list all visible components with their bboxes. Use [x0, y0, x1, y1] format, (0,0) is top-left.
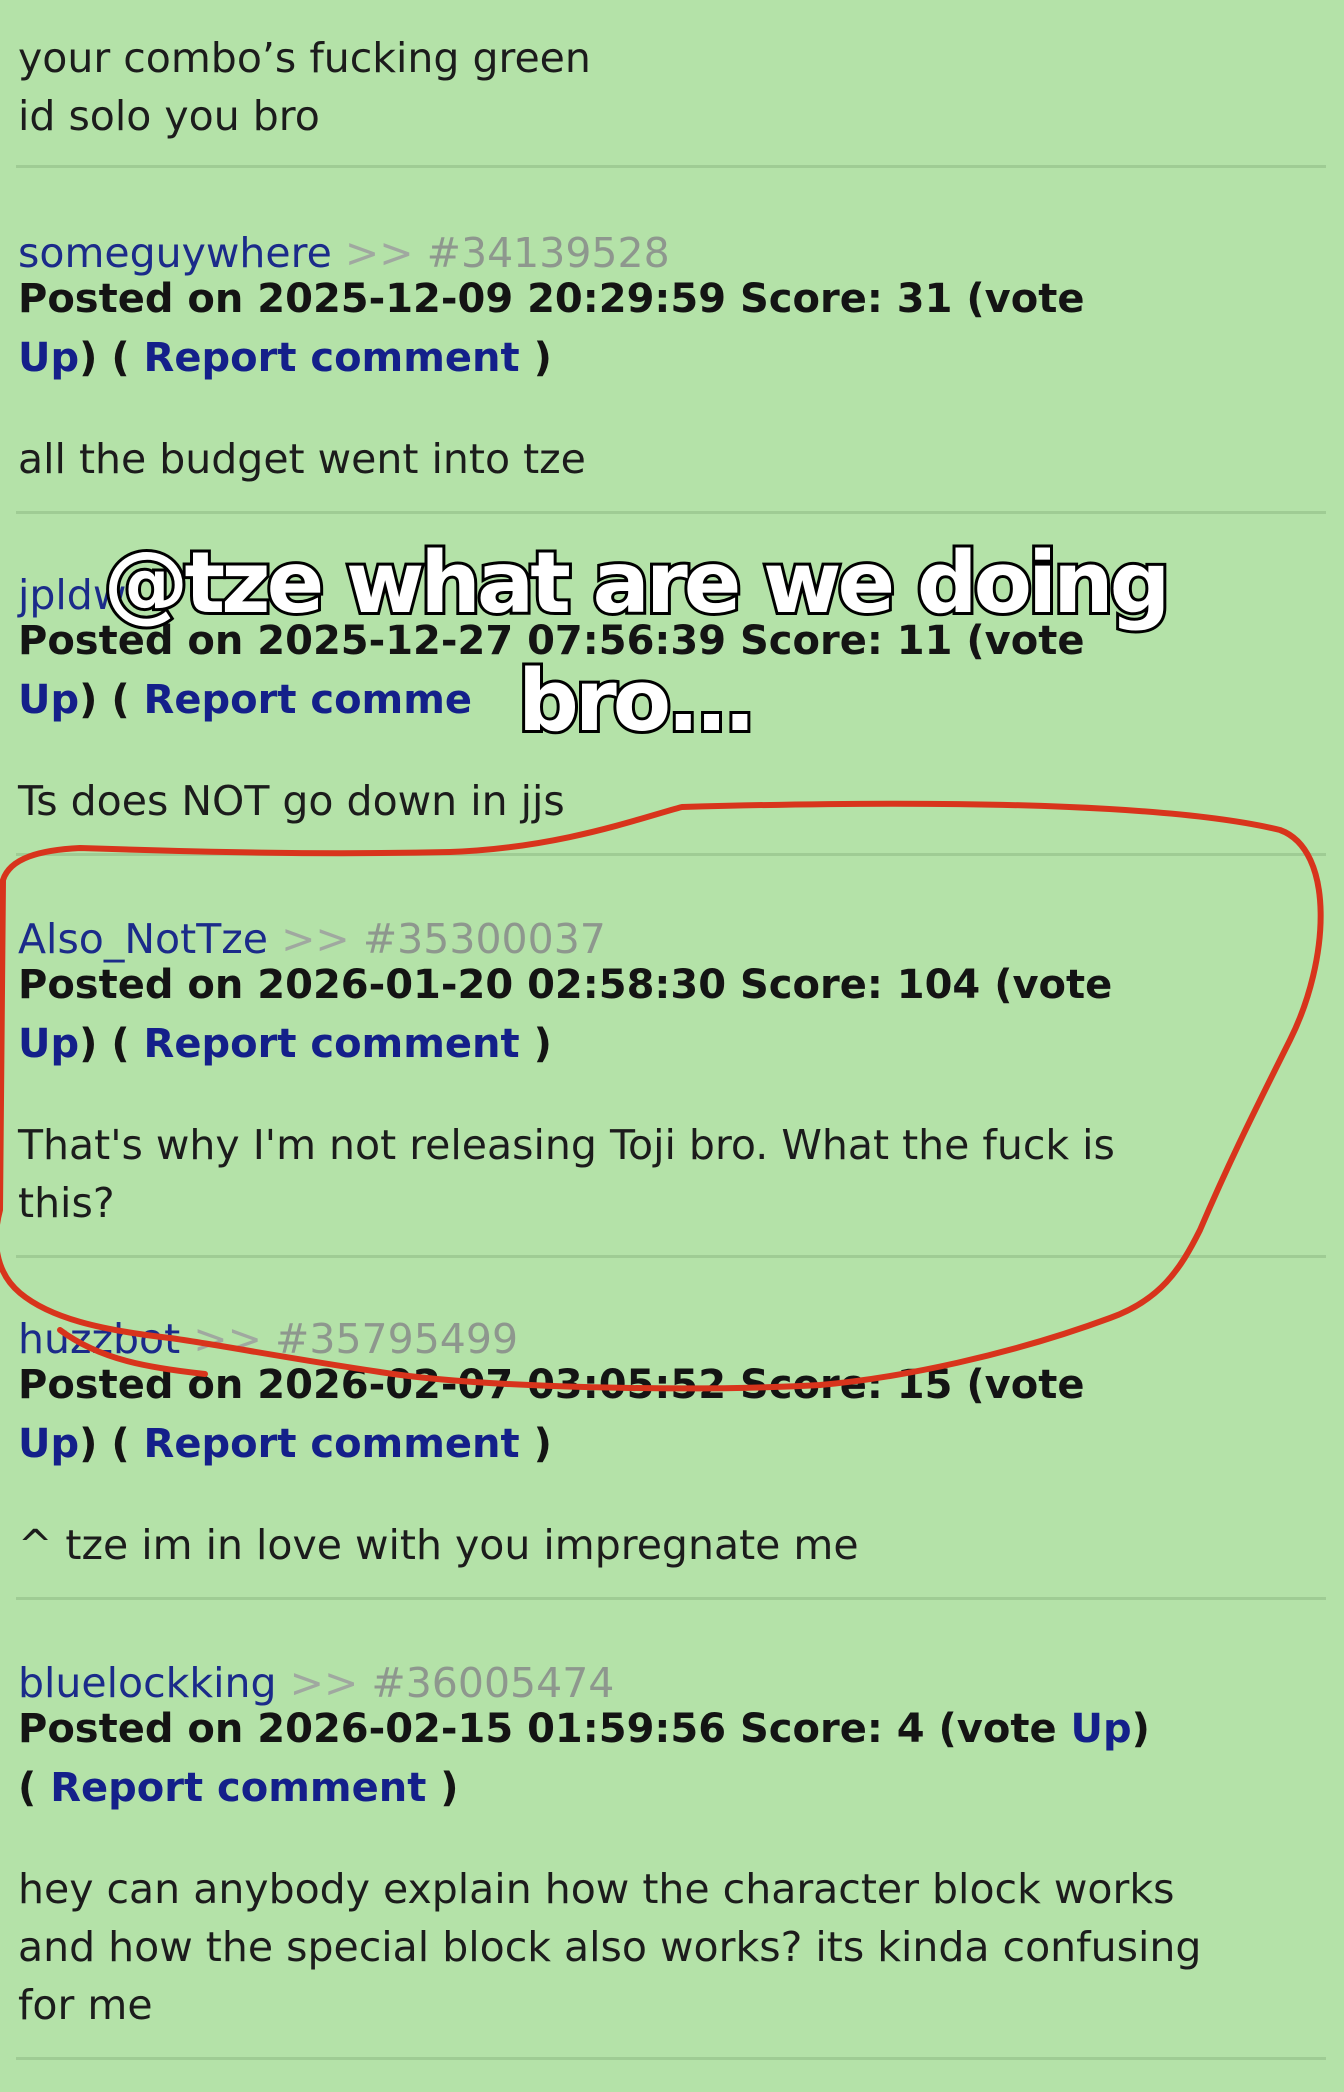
comment-divider	[16, 1255, 1326, 1258]
comment-meta-line: Posted on 2026-02-07 03:05:52 Score: 15 …	[18, 1356, 1084, 1415]
comment-body-line: all the budget went into tze	[18, 435, 586, 483]
comment-divider	[16, 1597, 1326, 1600]
comment-meta-text: )	[519, 1021, 552, 1067]
video-caption-overlay: @tze what are we doing bro...	[0, 525, 1270, 761]
comment-meta-line: Up) ( Report comment )	[18, 329, 552, 388]
comment-divider	[16, 853, 1326, 856]
comment-divider	[16, 165, 1326, 168]
report-comment-link[interactable]: Report comment	[50, 1765, 426, 1811]
comment-meta-text: Posted on 2026-01-20 02:58:30 Score: 104…	[18, 962, 1113, 1008]
comment-meta-line: Up) ( Report comment )	[18, 1015, 552, 1074]
comment-meta-text: Posted on 2026-02-07 03:05:52 Score: 15 …	[18, 1362, 1085, 1408]
comment-body-line: Ts does NOT go down in jjs	[18, 777, 565, 825]
comment-body-line: ^ tze im in love with you impregnate me	[18, 1521, 859, 1569]
comment-meta-text: )	[519, 1421, 552, 1467]
report-comment-link[interactable]: Report comment	[144, 335, 520, 381]
comment-meta-text: )	[426, 1765, 459, 1811]
comment-meta-line: Posted on 2025-12-09 20:29:59 Score: 31 …	[18, 270, 1084, 329]
comment-divider	[16, 2057, 1326, 2060]
comment-meta-line: Up) ( Report comment )	[18, 1415, 552, 1474]
caption-line: @tze what are we doing	[101, 531, 1174, 636]
comment-body-line: for me	[18, 1981, 153, 2029]
comment-divider	[16, 511, 1326, 514]
comment-meta-text: (	[18, 1765, 51, 1811]
comment-meta-text: ) (	[79, 1421, 144, 1467]
report-comment-link[interactable]: Report comment	[144, 1421, 520, 1467]
comment-meta-text: )	[1131, 1706, 1150, 1752]
comment-body-line: this?	[18, 1179, 115, 1227]
comment-meta-line: Posted on 2026-01-20 02:58:30 Score: 104…	[18, 956, 1112, 1015]
comment-meta-line: ( Report comment )	[18, 1759, 459, 1818]
comment-body-line: your combo’s fucking green	[18, 34, 591, 82]
comment-meta-text: )	[519, 335, 552, 381]
comment-meta-line: Posted on 2026-02-15 01:59:56 Score: 4 (…	[18, 1700, 1150, 1759]
vote-up-link[interactable]: Up	[18, 1421, 79, 1467]
report-comment-link[interactable]: Report comment	[144, 1021, 520, 1067]
vote-up-link[interactable]: Up	[1071, 1706, 1132, 1752]
comment-meta-text: Posted on 2025-12-09 20:29:59 Score: 31 …	[18, 276, 1085, 322]
comment-meta-text: ) (	[79, 1021, 144, 1067]
caption-line: bro...	[515, 649, 759, 754]
comment-meta-text: ) (	[79, 335, 144, 381]
comment-page: your combo’s fucking green id solo you b…	[0, 0, 1344, 2092]
comment-body-line: id solo you bro	[18, 92, 320, 140]
vote-up-link[interactable]: Up	[18, 1021, 79, 1067]
comment-body-line: That's why I'm not releasing Toji bro. W…	[18, 1121, 1115, 1169]
comment-body-line: hey can anybody explain how the characte…	[18, 1865, 1175, 1913]
vote-up-link[interactable]: Up	[18, 335, 79, 381]
comment-body-line: and how the special block also works? it…	[18, 1923, 1202, 1971]
comment-meta-text: Posted on 2026-02-15 01:59:56 Score: 4 (…	[18, 1706, 1071, 1752]
